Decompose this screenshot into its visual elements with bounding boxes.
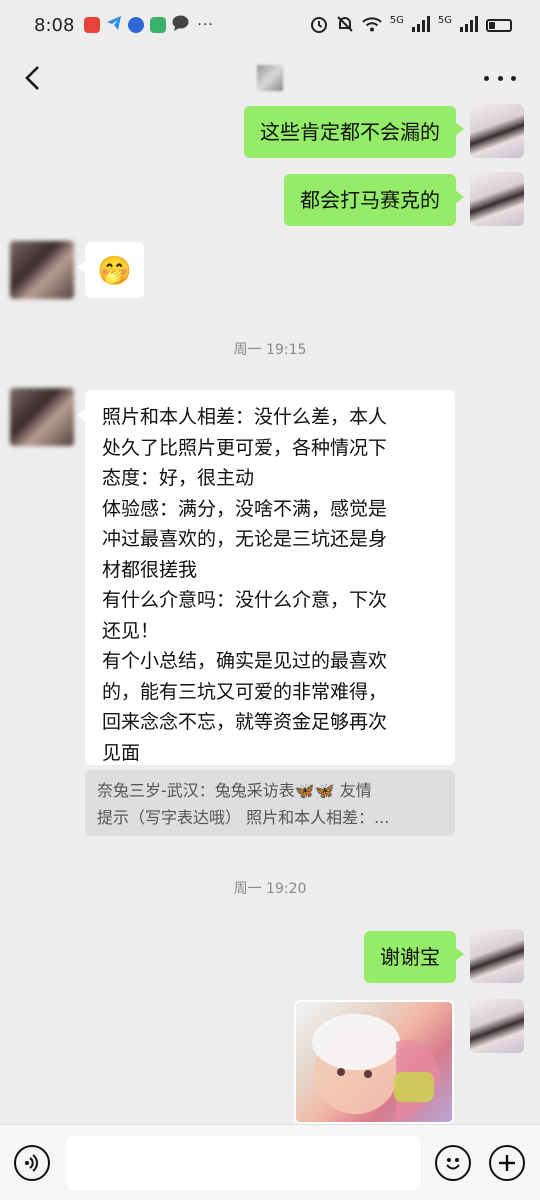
quoted-message[interactable]: 奈兔三岁-武汉：兔兔采访表🦋🦋 友情 提示（写字表达哦） 照片和本人相差：...: [85, 770, 455, 836]
more-button[interactable]: [484, 62, 516, 94]
chat-bubble-icon: [172, 15, 189, 36]
chat-timestamp: 周一 19:20: [233, 881, 307, 897]
message-input[interactable]: [66, 1136, 420, 1190]
green-app-icon: [150, 17, 167, 33]
chat-nav-bar: [0, 50, 540, 106]
my-avatar[interactable]: [470, 929, 524, 983]
network-label-1: 5G: [389, 14, 404, 26]
status-bar: 8:08 ··· 5G 5G: [0, 0, 540, 50]
message-text: 都会打马赛克的: [300, 188, 440, 212]
more-dot: [484, 75, 489, 81]
network-label-2: 5G: [437, 14, 452, 26]
telegram-icon: [106, 15, 122, 36]
app-badge-icon: [84, 17, 101, 33]
message-text: 谢谢宝: [380, 945, 440, 969]
wifi-icon: [362, 16, 382, 35]
sent-message-bubble[interactable]: 这些肯定都不会漏的: [244, 106, 464, 158]
plus-button[interactable]: [489, 1145, 525, 1181]
smiley-icon: [446, 1158, 460, 1170]
plus-icon: [499, 1155, 515, 1171]
received-message-bubble[interactable]: 照片和本人相差：没什么差，本人 处久了比照片更可爱，各种情况下 态度：好，很主动…: [77, 390, 455, 765]
status-right: 5G 5G: [310, 15, 512, 36]
circle-app-icon: [128, 17, 145, 33]
my-avatar[interactable]: [470, 104, 524, 158]
voice-button[interactable]: [14, 1145, 50, 1181]
contact-avatar[interactable]: [10, 388, 74, 446]
signal-icon: [411, 15, 430, 35]
sent-message-bubble[interactable]: 都会打马赛克的: [284, 174, 464, 226]
chevron-left-icon: [25, 66, 39, 90]
message-text: 这些肯定都不会漏的: [260, 120, 440, 144]
received-emoji-bubble[interactable]: 🤭: [77, 242, 144, 298]
alarm-icon: [310, 15, 328, 36]
chat-timestamp: 周一 19:15: [233, 342, 307, 358]
my-avatar[interactable]: [470, 172, 524, 226]
contact-avatar[interactable]: [10, 241, 74, 299]
emoji-face: 🤭: [97, 253, 132, 287]
emoji-button[interactable]: [435, 1145, 471, 1181]
voice-icon: [25, 1154, 38, 1172]
back-button[interactable]: [18, 62, 50, 94]
more-dot: [497, 75, 503, 81]
chat-title-blurred: [257, 65, 283, 91]
my-avatar[interactable]: [470, 999, 524, 1053]
sent-image[interactable]: [294, 1000, 454, 1124]
input-bar: [0, 1124, 540, 1200]
message-text: 照片和本人相差：没什么差，本人 处久了比照片更可爱，各种情况下 态度：好，很主动…: [102, 406, 388, 764]
battery-icon: [486, 18, 512, 32]
mute-icon: [336, 15, 354, 36]
image-content: [312, 1014, 441, 1122]
more-dots-icon: ···: [197, 17, 214, 33]
more-dot: [511, 75, 516, 81]
signal-icon: [460, 15, 478, 35]
status-time: 8:08: [34, 14, 75, 36]
sent-message-bubble[interactable]: 谢谢宝: [364, 931, 464, 983]
